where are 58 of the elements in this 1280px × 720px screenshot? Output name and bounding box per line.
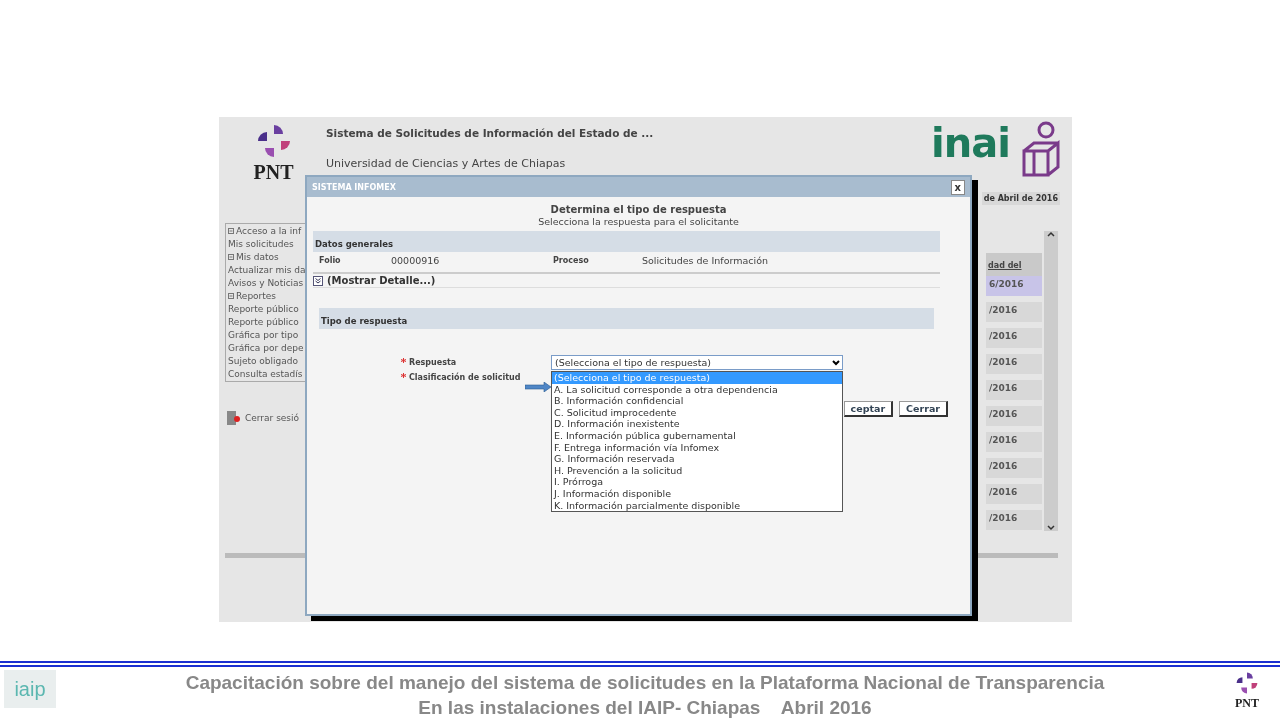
- brand-logo: inai: [931, 121, 1010, 165]
- expand-icon[interactable]: [228, 228, 234, 234]
- menu-item[interactable]: Gráfica por depe: [228, 342, 304, 354]
- menu-item[interactable]: Acceso a la inf: [236, 225, 302, 237]
- field-value: Solicitudes de Información: [642, 255, 769, 266]
- field-label: Proceso: [553, 256, 590, 265]
- column-header[interactable]: dad del: [986, 253, 1042, 276]
- section-header: Datos generales: [313, 231, 940, 252]
- arrow-icon: [525, 382, 551, 392]
- table-cell[interactable]: /2016: [986, 484, 1042, 504]
- table-cell[interactable]: /2016: [986, 302, 1042, 322]
- scrollbar[interactable]: [1044, 231, 1058, 531]
- date-text: de Abril de 2016: [981, 192, 1060, 205]
- footer-text: Capacitación sobre del manejo del sistema de solicitudes en la Plataforma Nacional de Transparencia: [185, 671, 1105, 695]
- table-cell[interactable]: /2016: [986, 458, 1042, 478]
- field-label: Respuesta: [409, 358, 457, 367]
- menu-item[interactable]: Consulta estadís: [228, 368, 303, 380]
- accept-button[interactable]: ceptar: [843, 401, 894, 417]
- menu-item[interactable]: Mis solicitudes: [228, 238, 294, 250]
- expand-icon[interactable]: [228, 254, 234, 260]
- footer-text: En las instalaciones del IAIP- Chiapas Abril 2016: [418, 696, 872, 720]
- door-icon: [225, 410, 241, 426]
- field-label: Folio: [319, 256, 342, 265]
- logo-icon: [1234, 670, 1260, 696]
- table-cell[interactable]: /2016: [986, 354, 1042, 374]
- section-header: Tipo de respuesta: [319, 308, 934, 329]
- logo-text: PNT: [1235, 696, 1259, 711]
- menu-item[interactable]: Mis datos: [236, 251, 279, 263]
- table-cell[interactable]: 6/2016: [986, 276, 1042, 296]
- institution-name: Universidad de Ciencias y Artes de Chiapas: [326, 157, 567, 170]
- cube-figure-icon: [1020, 121, 1062, 179]
- logo-text: PNT: [253, 161, 294, 184]
- close-dialog-button[interactable]: Cerrar: [899, 401, 948, 417]
- table-cell[interactable]: /2016: [986, 432, 1042, 452]
- dialog-title: SISTEMA INFOMEX: [312, 182, 396, 192]
- field-value: 00000916: [391, 255, 441, 266]
- menu-item[interactable]: Avisos y Noticias: [228, 277, 304, 289]
- table-cell[interactable]: /2016: [986, 406, 1042, 426]
- menu-item[interactable]: Reportes: [236, 290, 277, 302]
- logout-link[interactable]: Cerrar sesió: [245, 412, 300, 424]
- menu-item[interactable]: Actualizar mis da: [228, 264, 306, 276]
- response-select[interactable]: (Selecciona el tipo de respuesta): [551, 355, 843, 370]
- system-title: Sistema de Solicitudes de Información del Estado de ...: [326, 127, 655, 139]
- table-cell[interactable]: /2016: [986, 510, 1042, 530]
- iaip-logo: iaip: [4, 670, 56, 708]
- menu-item[interactable]: Reporte público: [228, 303, 299, 315]
- table-cell[interactable]: /2016: [986, 328, 1042, 348]
- menu-item[interactable]: Sujeto obligado: [228, 355, 299, 367]
- menu-item[interactable]: Reporte público: [228, 316, 299, 328]
- table-cell[interactable]: /2016: [986, 380, 1042, 400]
- menu-item[interactable]: Gráfica por tipo: [228, 329, 299, 341]
- close-button[interactable]: x: [950, 179, 965, 195]
- field-label: Clasificación de solicitud: [409, 373, 521, 382]
- dialog-subheading: Selecciona la respuesta para el solicitante: [538, 216, 739, 227]
- expand-icon[interactable]: [313, 275, 323, 286]
- expand-icon[interactable]: [228, 293, 234, 299]
- dialog-heading: Determina el tipo de respuesta: [550, 204, 727, 215]
- show-details-link[interactable]: (Mostrar Detalle...): [327, 275, 436, 286]
